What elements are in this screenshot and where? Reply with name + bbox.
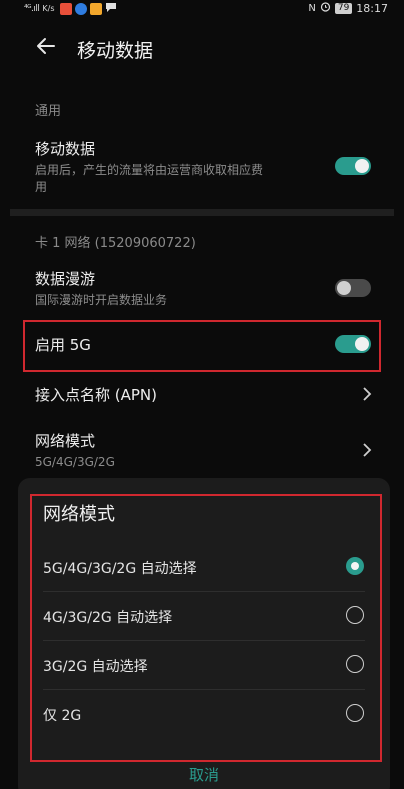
apn-title: 接入点名称 (APN) [35, 386, 158, 404]
chat-icon [105, 1, 117, 16]
mobile-data-row[interactable]: 移动数据 启用后，产生的流量将由运营商收取相应费 用 [0, 132, 404, 202]
signal-icon: ⁴ᴳ.ıll [24, 3, 40, 14]
mobile-data-subtitle-line2: 用 [35, 180, 48, 194]
data-roaming-toggle[interactable] [335, 279, 371, 297]
data-roaming-subtitle: 国际漫游时开启数据业务 [35, 293, 168, 307]
mobile-data-subtitle: 启用后，产生的流量将由运营商收取相应费 用 [35, 162, 325, 196]
mobile-data-title: 移动数据 [35, 140, 96, 158]
toggle-knob [337, 281, 351, 295]
data-roaming-row[interactable]: 数据漫游 国际漫游时开启数据业务 [0, 262, 404, 312]
network-mode-subtitle: 5G/4G/3G/2G [35, 455, 115, 469]
arrow-left-icon[interactable] [34, 34, 58, 58]
status-bar: ⁴ᴳ.ıll K/s N 79 18:17 [0, 0, 404, 18]
toggle-knob [355, 159, 369, 173]
section-general-label: 通用 [35, 104, 62, 119]
chevron-right-icon [363, 387, 372, 401]
status-left: ⁴ᴳ.ıll K/s [24, 1, 117, 16]
nfc-icon: N [308, 2, 316, 14]
mobile-data-subtitle-line1: 启用后，产生的流量将由运营商收取相应费 [35, 163, 264, 177]
section-sim-label: 卡 1 网络 (15209060722) [35, 236, 196, 251]
clock: 18:17 [356, 1, 388, 15]
header: 移动数据 [0, 28, 404, 68]
page-title: 移动数据 [77, 40, 154, 62]
app-notification-icon [60, 2, 73, 15]
section-divider [10, 209, 394, 216]
battery-icon: 79 [334, 2, 353, 14]
network-mode-title: 网络模式 [35, 432, 96, 450]
data-roaming-title: 数据漫游 [35, 270, 96, 288]
cancel-button[interactable]: 取消 [18, 764, 390, 785]
highlight-box-dialog [30, 494, 382, 762]
app-notification-icon [90, 2, 103, 15]
speed-indicator: K/s [42, 4, 55, 13]
network-mode-row[interactable]: 网络模式 5G/4G/3G/2G [0, 424, 404, 474]
chevron-right-icon [363, 443, 372, 457]
apn-row[interactable]: 接入点名称 (APN) [0, 378, 404, 414]
highlight-box-5g [23, 320, 381, 372]
app-notification-icon [75, 2, 88, 15]
screen: ⁴ᴳ.ıll K/s N 79 18:17 移动数据 通用 移动数据 启用后，产… [0, 0, 404, 789]
alarm-icon [320, 1, 331, 15]
mobile-data-toggle[interactable] [335, 157, 371, 175]
status-right: N 79 18:17 [308, 1, 388, 15]
